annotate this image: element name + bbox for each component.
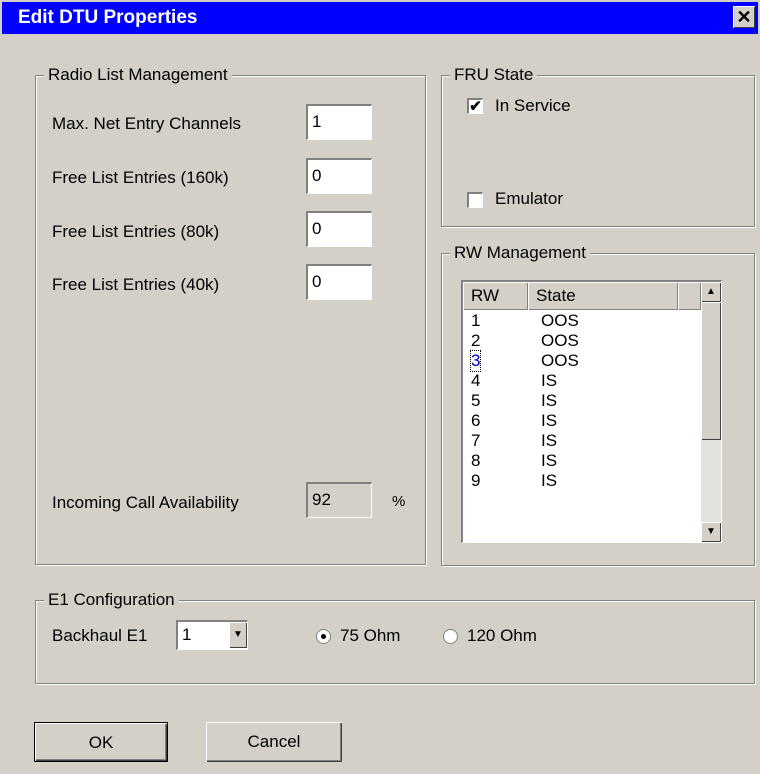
free-40k-input[interactable]: 0 [306,264,372,300]
rw-cell: 9 [471,471,481,490]
state-cell: OOS [541,351,579,370]
rw-cell: 5 [471,391,481,410]
in-service-checkbox[interactable]: ✔ [467,98,483,114]
list-item[interactable]: 7 IS [463,431,701,451]
rw-list[interactable]: RW State 1 OOS 2 OOS 3 OOS 4 IS 5 IS 6 IS 7 IS … [461,280,722,543]
emulator-label: Emulator [495,189,564,208]
rw-cell: 2 [471,331,481,350]
free-80k-label: Free List Entries (80k) [52,222,220,241]
backhaul-e1-select[interactable]: 1 ▼ [176,620,248,650]
state-cell: IS [541,411,558,430]
ohm75-label: 75 Ohm [340,626,401,645]
scroll-down-icon[interactable]: ▼ [701,522,721,542]
list-item[interactable]: 8 IS [463,451,701,471]
edit-dtu-dialog: Edit DTU Properties ✕ Radio List Managem… [0,0,760,774]
state-cell: IS [541,451,558,470]
cancel-button[interactable]: Cancel [206,722,342,762]
ok-button[interactable]: OK [34,722,168,762]
percent-unit: % [392,493,406,510]
scroll-thumb[interactable] [701,302,721,440]
free-160k-input[interactable]: 0 [306,158,372,194]
scroll-up-icon[interactable]: ▲ [701,282,721,302]
fru-state-title: FRU State [450,65,538,85]
state-cell: IS [541,391,558,410]
max-net-entry-label: Max. Net Entry Channels [52,114,241,133]
chevron-down-icon[interactable]: ▼ [229,622,247,648]
rw-cell: 3 [469,350,482,372]
ohm120-radio[interactable] [443,629,458,644]
rw-cell: 7 [471,431,481,450]
backhaul-e1-label: Backhaul E1 [52,626,148,645]
state-cell: IS [541,471,558,490]
rw-management-title: RW Management [450,243,590,263]
rw-cell: 1 [471,311,481,330]
free-160k-label: Free List Entries (160k) [52,168,229,187]
in-service-label: In Service [495,96,571,115]
free-80k-input[interactable]: 0 [306,211,372,247]
list-item[interactable]: 4 IS [463,371,701,391]
list-item[interactable]: 5 IS [463,391,701,411]
column-header-filler [678,282,701,310]
list-item[interactable]: 9 IS [463,471,701,491]
window-title: Edit DTU Properties [18,7,198,28]
title-bar: Edit DTU Properties ✕ [2,2,758,34]
backhaul-e1-value: 1 [182,625,192,644]
rw-cell: 4 [471,371,481,390]
free-40k-label: Free List Entries (40k) [52,275,220,294]
rw-list-header: RW State [463,282,701,310]
rw-cell: 8 [471,451,481,470]
rw-cell: 6 [471,411,481,430]
state-cell: IS [541,371,558,390]
radio-list-title: Radio List Management [44,65,232,85]
close-icon[interactable]: ✕ [733,6,755,28]
ohm120-label: 120 Ohm [467,626,537,645]
list-item-selected[interactable]: 3 OOS [463,350,701,372]
emulator-checkbox[interactable] [467,192,483,208]
rw-list-scrollbar[interactable]: ▲ ▼ [701,282,721,542]
fru-state-group: FRU State [441,65,755,227]
max-net-entry-input[interactable]: 1 [306,104,372,140]
state-cell: IS [541,431,558,450]
incoming-call-label: Incoming Call Availability [52,493,239,512]
incoming-call-value: 92 [306,482,372,518]
state-cell: OOS [541,331,579,350]
list-item[interactable]: 2 OOS [463,331,701,351]
ohm75-radio[interactable] [316,629,331,644]
column-header-state[interactable]: State [528,282,678,310]
state-cell: OOS [541,311,579,330]
list-item[interactable]: 6 IS [463,411,701,431]
column-header-rw[interactable]: RW [463,282,528,310]
list-item[interactable]: 1 OOS [463,311,701,331]
e1-config-title: E1 Configuration [44,590,179,610]
